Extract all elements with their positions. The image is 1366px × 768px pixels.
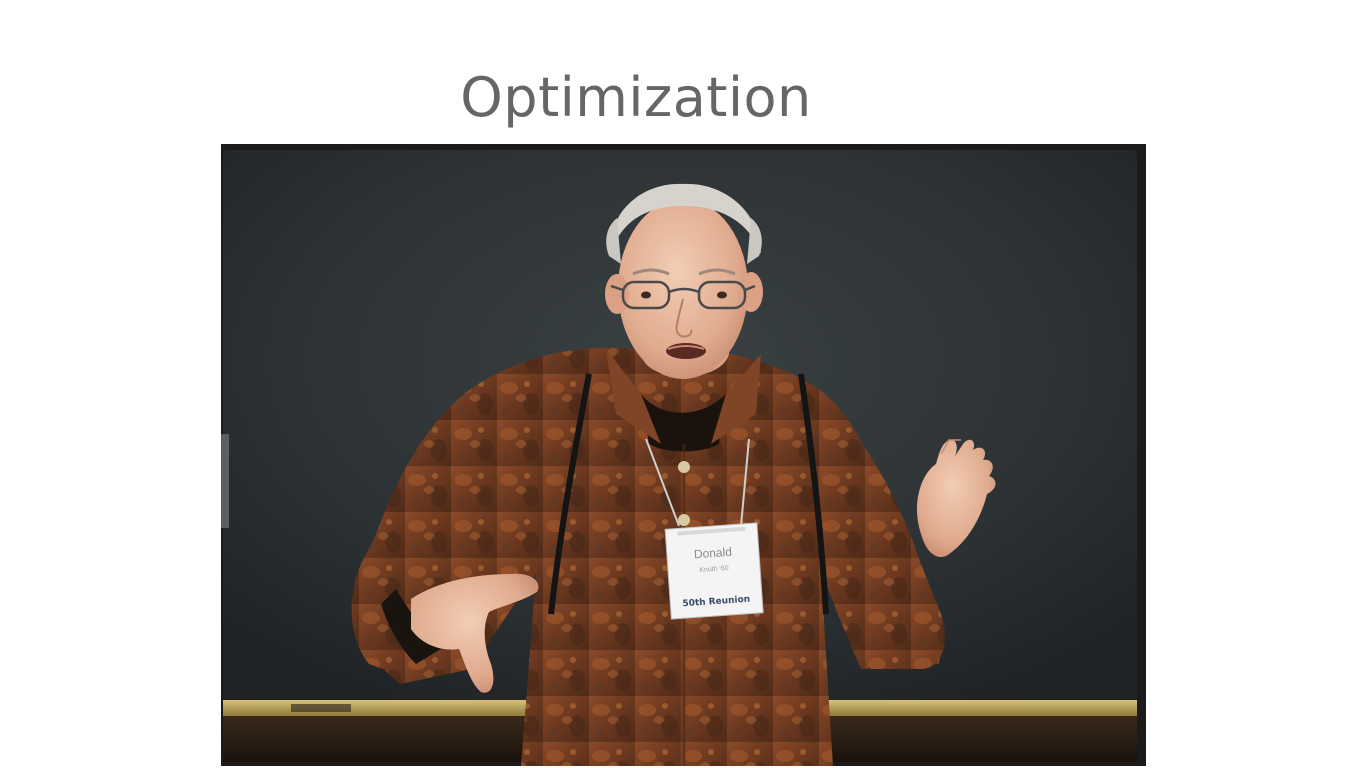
badge-name: Donald xyxy=(693,545,732,562)
presentation-slide: Optimization Donald Knuth '60 50th Reuni… xyxy=(0,0,1366,768)
name-badge: Donald Knuth '60 50th Reunion xyxy=(664,522,764,620)
photo-illustration: Donald Knuth '60 50th Reunion xyxy=(221,144,1146,766)
slide-title: Optimization xyxy=(460,66,812,129)
slide-photo: Donald Knuth '60 50th Reunion xyxy=(221,144,1146,766)
